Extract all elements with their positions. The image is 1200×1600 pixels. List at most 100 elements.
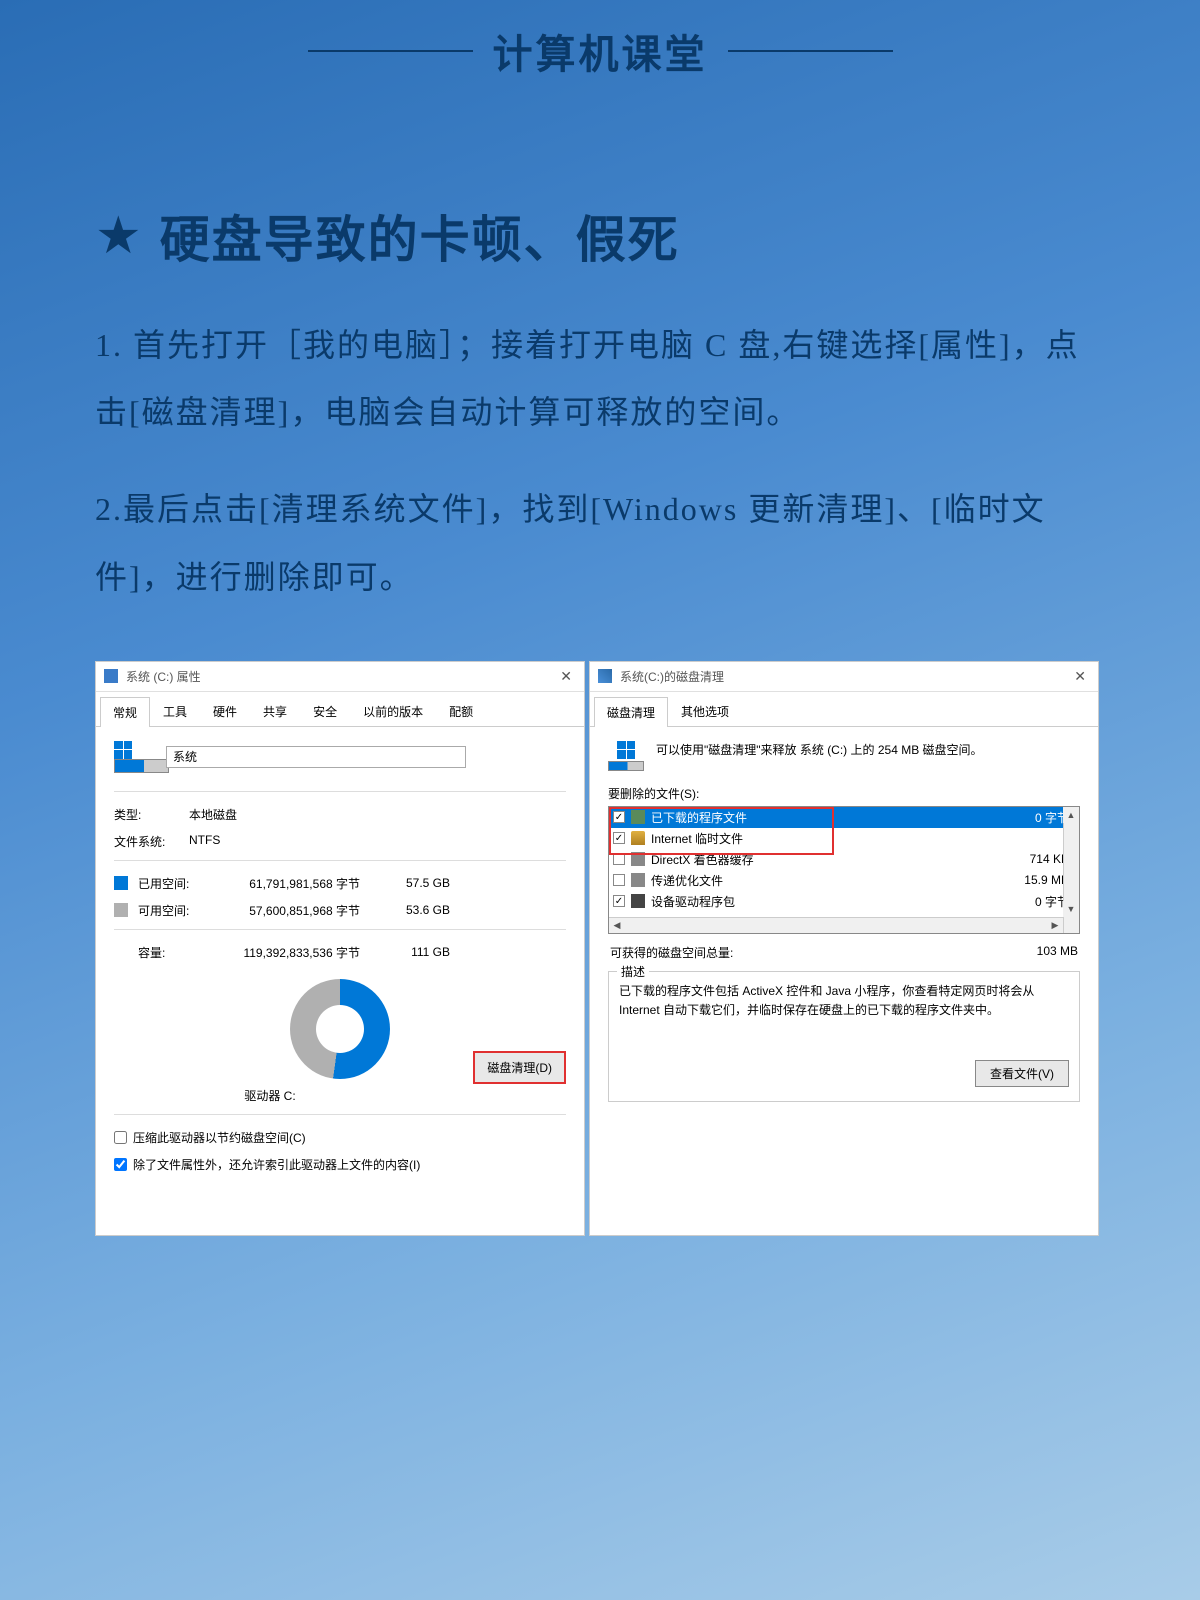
item-checkbox[interactable] [613,874,625,886]
scrollbar-horizontal[interactable]: ◀ ▶ [609,917,1063,933]
free-space-row: 可用空间: 57,600,851,968 字节 53.6 GB [114,902,566,919]
drive-icon-large [114,741,154,773]
cleanup-drive-icon [608,741,644,771]
type-row: 类型: 本地磁盘 [114,806,566,823]
tab-tools[interactable]: 工具 [150,696,200,726]
file-name: 传递优化文件 [651,872,999,889]
used-space-row: 已用空间: 61,791,981,568 字节 57.5 GB [114,875,566,892]
windows-logo-icon [114,741,132,759]
fs-row: 文件系统: NTFS [114,833,566,850]
description-group: 描述 已下载的程序文件包括 ActiveX 控件和 Java 小程序，你查看特定… [608,971,1080,1102]
divider [114,929,566,930]
header-title: 计算机课堂 [493,22,708,80]
file-name: DirectX 着色器缓存 [651,851,999,868]
scroll-left-icon[interactable]: ◀ [609,918,625,934]
file-type-icon [631,894,645,908]
file-type-icon [631,810,645,824]
cleanup-titlebar: 系统(C:)的磁盘清理 ✕ [590,662,1098,692]
scroll-right-icon[interactable]: ▶ [1047,918,1063,934]
cap-bytes: 119,392,833,536 字节 [200,944,380,961]
scrollbar-vertical[interactable]: ▲ ▼ [1063,807,1079,933]
file-type-icon [631,852,645,866]
star-icon: ★ [95,206,142,266]
total-value: 103 MB [1037,944,1078,961]
index-label: 除了文件属性外，还允许索引此驱动器上文件的内容(I) [133,1156,420,1173]
drive-bar-icon [114,759,169,773]
step-2: 2.最后点击[清理系统文件]，找到[Windows 更新清理]、[临时文件]，进… [95,476,1105,610]
disk-cleanup-button[interactable]: 磁盘清理(D) [473,1051,566,1084]
tab-sharing[interactable]: 共享 [250,696,300,726]
file-list-item[interactable]: ✓设备驱动程序包0 字节 [609,891,1079,912]
donut-chart-icon [290,979,390,1079]
divider [114,1114,566,1115]
drive-icon [104,669,118,683]
scroll-down-icon[interactable]: ▼ [1063,901,1079,917]
view-files-button[interactable]: 查看文件(V) [975,1060,1069,1087]
used-swatch-icon [114,876,128,890]
file-list-item[interactable]: DirectX 着色器缓存714 KB [609,849,1079,870]
tab-previous[interactable]: 以前的版本 [350,696,436,726]
cleanup-window: 系统(C:)的磁盘清理 ✕ 磁盘清理 其他选项 可以使用"磁盘清理"来释放 系统… [589,661,1099,1236]
type-value: 本地磁盘 [189,806,566,823]
item-checkbox[interactable]: ✓ [613,895,625,907]
free-swatch-icon [114,903,128,917]
properties-tabs: 常规 工具 硬件 共享 安全 以前的版本 配额 [96,692,584,727]
free-bytes: 57,600,851,968 字节 [200,902,380,919]
tab-general[interactable]: 常规 [100,697,150,727]
drive-bar-icon [608,761,644,771]
fs-label: 文件系统: [114,833,189,850]
cleanup-tabs: 磁盘清理 其他选项 [590,692,1098,727]
page-header: 计算机课堂 [0,0,1200,80]
item-checkbox[interactable]: ✓ [613,832,625,844]
file-list[interactable]: ✓已下载的程序文件0 字节✓Internet 临时文件DirectX 着色器缓存… [608,806,1080,934]
index-checkbox[interactable] [114,1158,127,1171]
tab-disk-cleanup[interactable]: 磁盘清理 [594,697,668,727]
tab-hardware[interactable]: 硬件 [200,696,250,726]
close-icon[interactable]: ✕ [556,668,576,685]
free-label: 可用空间: [138,902,200,919]
item-checkbox[interactable] [613,853,625,865]
drive-name-input[interactable] [166,746,466,768]
description-legend: 描述 [617,963,649,980]
cleanup-intro-row: 可以使用"磁盘清理"来释放 系统 (C:) 上的 254 MB 磁盘空间。 [608,741,1080,771]
usage-chart: 磁盘清理(D) [114,979,566,1079]
description-text: 已下载的程序文件包括 ActiveX 控件和 Java 小程序，你查看特定网页时… [619,982,1069,1020]
index-checkbox-row[interactable]: 除了文件属性外，还允许索引此驱动器上文件的内容(I) [114,1156,566,1173]
compress-checkbox[interactable] [114,1131,127,1144]
file-name: Internet 临时文件 [651,830,999,847]
compress-checkbox-row[interactable]: 压缩此驱动器以节约磁盘空间(C) [114,1129,566,1146]
properties-titlebar: 系统 (C:) 属性 ✕ [96,662,584,692]
type-label: 类型: [114,806,189,823]
windows-logo-icon [617,741,635,759]
cap-label: 容量: [138,944,200,961]
file-list-item[interactable]: ✓已下载的程序文件0 字节 [609,807,1079,828]
files-to-delete-label: 要删除的文件(S): [608,785,1080,802]
article-title-row: ★ 硬盘导致的卡顿、假死 [95,200,1105,272]
used-gb: 57.5 GB [380,876,450,890]
cleanup-icon [598,669,612,683]
tab-quota[interactable]: 配额 [436,696,486,726]
used-label: 已用空间: [138,875,200,892]
used-bytes: 61,791,981,568 字节 [200,875,380,892]
tab-other-options[interactable]: 其他选项 [668,696,742,726]
article-content: ★ 硬盘导致的卡顿、假死 1. 首先打开［我的电脑］；接着打开电脑 C 盘,右键… [0,80,1200,611]
file-type-icon [631,873,645,887]
capacity-row: 容量: 119,392,833,536 字节 111 GB [114,944,566,961]
total-label: 可获得的磁盘空间总量: [610,944,733,961]
scroll-up-icon[interactable]: ▲ [1063,807,1079,823]
compress-label: 压缩此驱动器以节约磁盘空间(C) [133,1129,306,1146]
cleanup-title: 系统(C:)的磁盘清理 [620,668,1070,685]
item-checkbox[interactable]: ✓ [613,811,625,823]
properties-window: 系统 (C:) 属性 ✕ 常规 工具 硬件 共享 安全 以前的版本 配额 类型: [95,661,585,1236]
tab-security[interactable]: 安全 [300,696,350,726]
properties-title: 系统 (C:) 属性 [126,668,556,685]
drive-name-row [114,741,566,773]
file-name: 设备驱动程序包 [651,893,999,910]
header-line-left [308,50,473,52]
close-icon[interactable]: ✕ [1070,668,1090,685]
file-list-item[interactable]: ✓ Internet 临时文件 [609,828,1079,849]
file-list-item[interactable]: 传递优化文件15.9 MB [609,870,1079,891]
free-gb: 53.6 GB [380,903,450,917]
article-title: 硬盘导致的卡顿、假死 [160,200,680,272]
divider [114,791,566,792]
